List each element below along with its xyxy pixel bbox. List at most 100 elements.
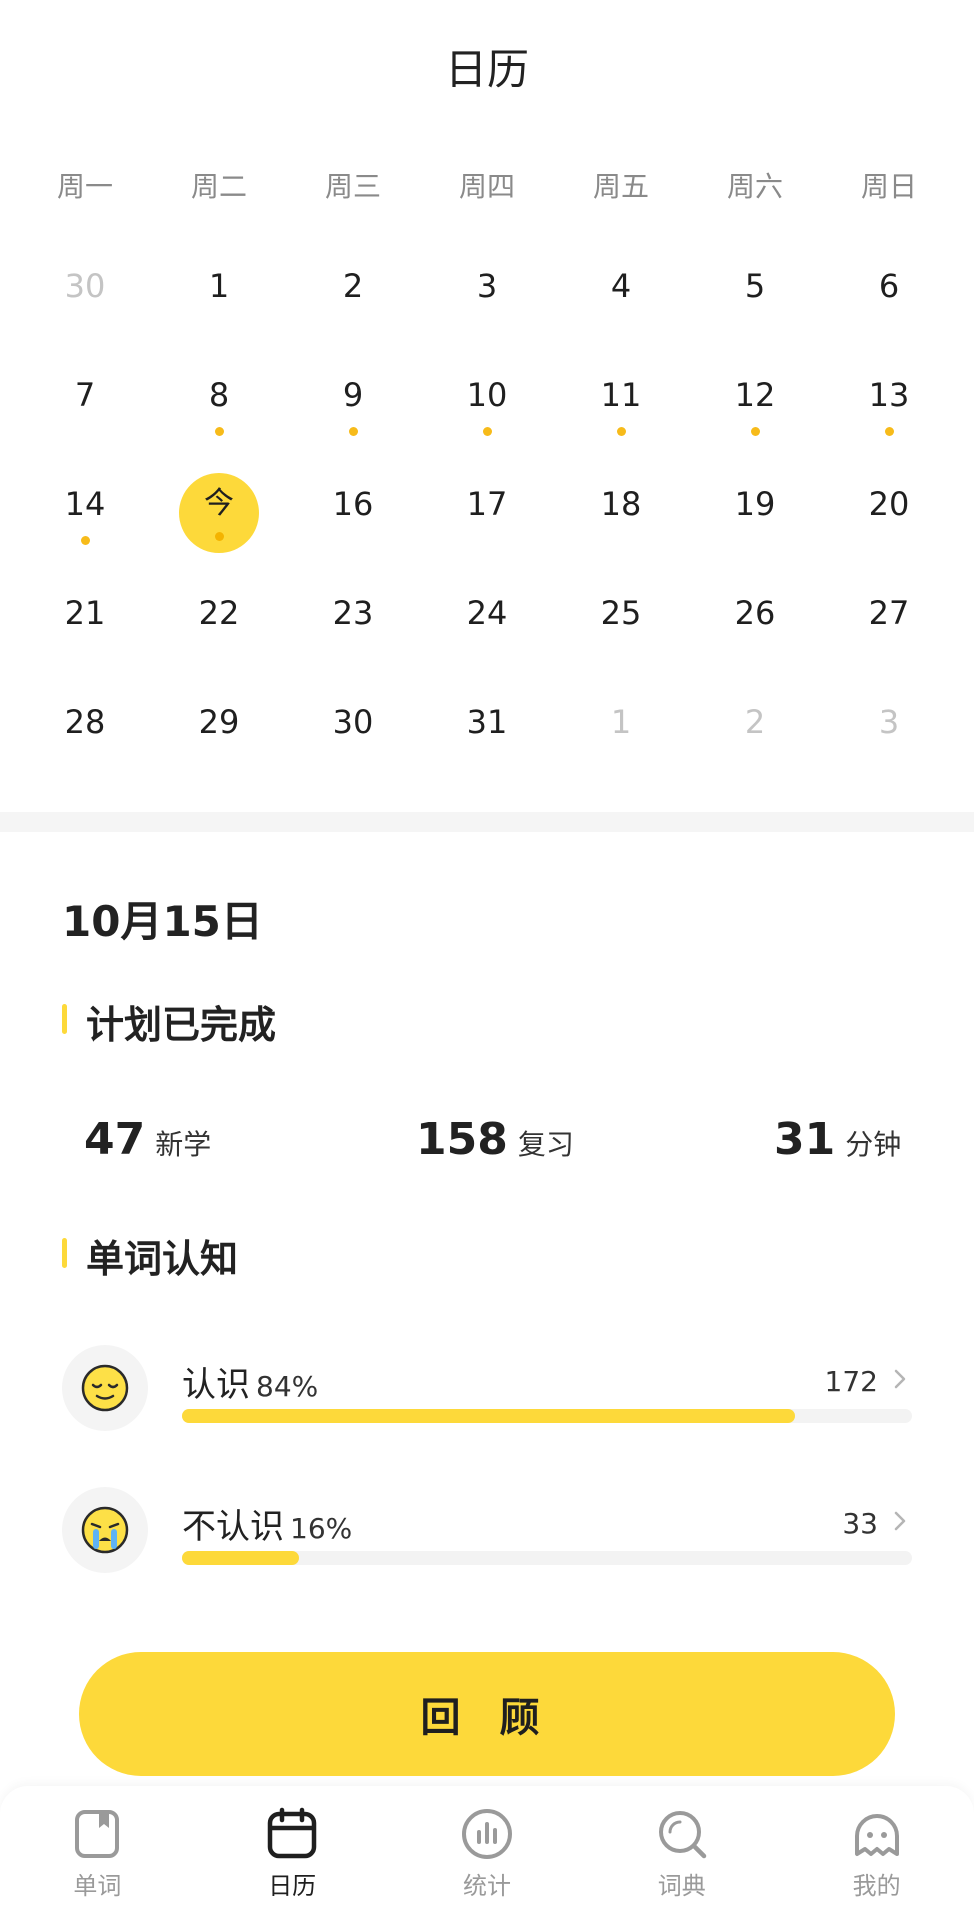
plan-section-title: 计划已完成 xyxy=(62,994,276,1049)
calendar-day[interactable]: 31 xyxy=(420,676,554,785)
stat-new-label: 新学 xyxy=(155,1128,212,1161)
calendar-day[interactable]: 3 xyxy=(822,676,956,785)
plan-stats: 47 新学 158 复习 31 分钟 xyxy=(0,1105,974,1165)
day-number: 23 xyxy=(332,594,374,632)
calendar-day[interactable]: 1 xyxy=(152,240,286,349)
weekday-label: 周六 xyxy=(726,170,783,203)
day-number: 4 xyxy=(610,267,632,305)
study-dot-indicator xyxy=(214,532,224,541)
review-button[interactable]: 回 顾 xyxy=(79,1652,895,1776)
day-number: 24 xyxy=(466,594,508,632)
day-number: 20 xyxy=(868,485,910,523)
calendar-day[interactable]: 25 xyxy=(554,567,688,676)
calendar-day[interactable]: 2 xyxy=(286,240,420,349)
calendar-day[interactable]: 8 xyxy=(152,349,286,458)
calendar-day[interactable]: 19 xyxy=(688,458,822,567)
profile-icon xyxy=(854,1814,899,1856)
day-number: 17 xyxy=(466,485,508,523)
tab-label: 日历 xyxy=(268,1872,317,1900)
calendar-day[interactable]: 26 xyxy=(688,567,822,676)
calendar-day[interactable]: 9 xyxy=(286,349,420,458)
calendar-day[interactable]: 22 xyxy=(152,567,286,676)
calendar-day[interactable]: 6 xyxy=(822,240,956,349)
tab-dictionary[interactable]: 词典 xyxy=(584,1786,779,1920)
unknown-progress-fill xyxy=(182,1551,299,1565)
chevron-right-icon xyxy=(894,1511,906,1531)
calendar-day[interactable]: 16 xyxy=(286,458,420,567)
day-number: 14 xyxy=(64,485,106,523)
day-number: 27 xyxy=(868,594,910,632)
day-number: 今 xyxy=(204,486,234,521)
day-number: 2 xyxy=(744,703,766,741)
calendar-day[interactable]: 27 xyxy=(822,567,956,676)
day-number: 10 xyxy=(466,376,508,414)
chevron-right-icon xyxy=(894,1369,906,1389)
app-root: 日历 周一 周二 周三 周四 周五 周六 周日 30 1 2 3 4 5 6 7 8 9 10 11 1… xyxy=(0,0,974,1920)
calendar-day[interactable]: 12 xyxy=(688,349,822,458)
day-number: 25 xyxy=(600,594,642,632)
day-number: 13 xyxy=(868,376,910,414)
weekday-label: 周一 xyxy=(56,170,113,203)
calendar-day[interactable]: 4 xyxy=(554,240,688,349)
calendar-day[interactable]: 5 xyxy=(688,240,822,349)
unknown-label-text: 不认识 xyxy=(182,1507,284,1547)
calendar-day[interactable]: 10 xyxy=(420,349,554,458)
calendar-day[interactable]: 24 xyxy=(420,567,554,676)
unknown-count: 33 xyxy=(842,1507,878,1540)
known-words-row[interactable]: 认识 84% 172 xyxy=(62,1345,912,1435)
day-number: 19 xyxy=(734,485,776,523)
section-divider xyxy=(0,812,974,832)
study-dot-indicator xyxy=(348,427,358,436)
calendar-day[interactable]: 2 xyxy=(688,676,822,785)
day-number: 30 xyxy=(332,703,374,741)
study-dot-indicator xyxy=(884,427,894,436)
selected-date-title: 10月15日 xyxy=(62,897,263,946)
weekday-label: 周日 xyxy=(860,170,917,203)
calendar-day-today[interactable]: 今 xyxy=(152,458,286,567)
calendar-day[interactable]: 21 xyxy=(18,567,152,676)
known-progress-fill xyxy=(182,1409,796,1423)
stats-icon xyxy=(461,1809,512,1859)
book-icon xyxy=(75,1810,120,1858)
tab-stats[interactable]: 统计 xyxy=(390,1786,585,1920)
unknown-percent: 16% xyxy=(290,1512,353,1545)
calendar-day[interactable]: 23 xyxy=(286,567,420,676)
tab-label: 我的 xyxy=(852,1872,901,1900)
day-number: 22 xyxy=(198,594,240,632)
calendar-day[interactable]: 17 xyxy=(420,458,554,567)
page-title: 日历 xyxy=(444,45,529,94)
day-number: 6 xyxy=(878,267,900,305)
tab-calendar[interactable]: 日历 xyxy=(195,1786,390,1920)
tab-words[interactable]: 单词 xyxy=(0,1786,195,1920)
day-number: 8 xyxy=(208,376,230,414)
calendar-day[interactable]: 14 xyxy=(18,458,152,567)
calendar-day[interactable]: 7 xyxy=(18,349,152,458)
bottom-tab-bar: 单词 日历 统计 词典 我的 xyxy=(0,1786,974,1920)
crying-face-icon xyxy=(62,1487,148,1573)
stat-minutes-count: 31 xyxy=(774,1114,836,1165)
study-dot-indicator xyxy=(80,536,90,545)
unknown-words-row[interactable]: 不认识 16% 33 xyxy=(62,1487,912,1577)
calendar-day[interactable]: 28 xyxy=(18,676,152,785)
relieved-face-icon xyxy=(62,1345,148,1431)
calendar-day[interactable]: 11 xyxy=(554,349,688,458)
day-number: 3 xyxy=(476,267,498,305)
tab-profile[interactable]: 我的 xyxy=(779,1786,974,1920)
calendar-day[interactable]: 29 xyxy=(152,676,286,785)
day-number: 21 xyxy=(64,594,106,632)
day-number: 30 xyxy=(64,267,106,305)
calendar-day[interactable]: 30 xyxy=(286,676,420,785)
calendar-day[interactable]: 18 xyxy=(554,458,688,567)
calendar-day[interactable]: 13 xyxy=(822,349,956,458)
day-number: 28 xyxy=(64,703,106,741)
day-number: 1 xyxy=(208,267,230,305)
calendar-day[interactable]: 3 xyxy=(420,240,554,349)
calendar-icon xyxy=(267,1807,317,1859)
known-count: 172 xyxy=(824,1365,878,1398)
calendar-day[interactable]: 1 xyxy=(554,676,688,785)
day-number: 1 xyxy=(610,703,632,741)
calendar-day[interactable]: 30 xyxy=(18,240,152,349)
calendar-day[interactable]: 20 xyxy=(822,458,956,567)
day-number: 16 xyxy=(332,485,374,523)
tab-label: 单词 xyxy=(73,1872,122,1900)
